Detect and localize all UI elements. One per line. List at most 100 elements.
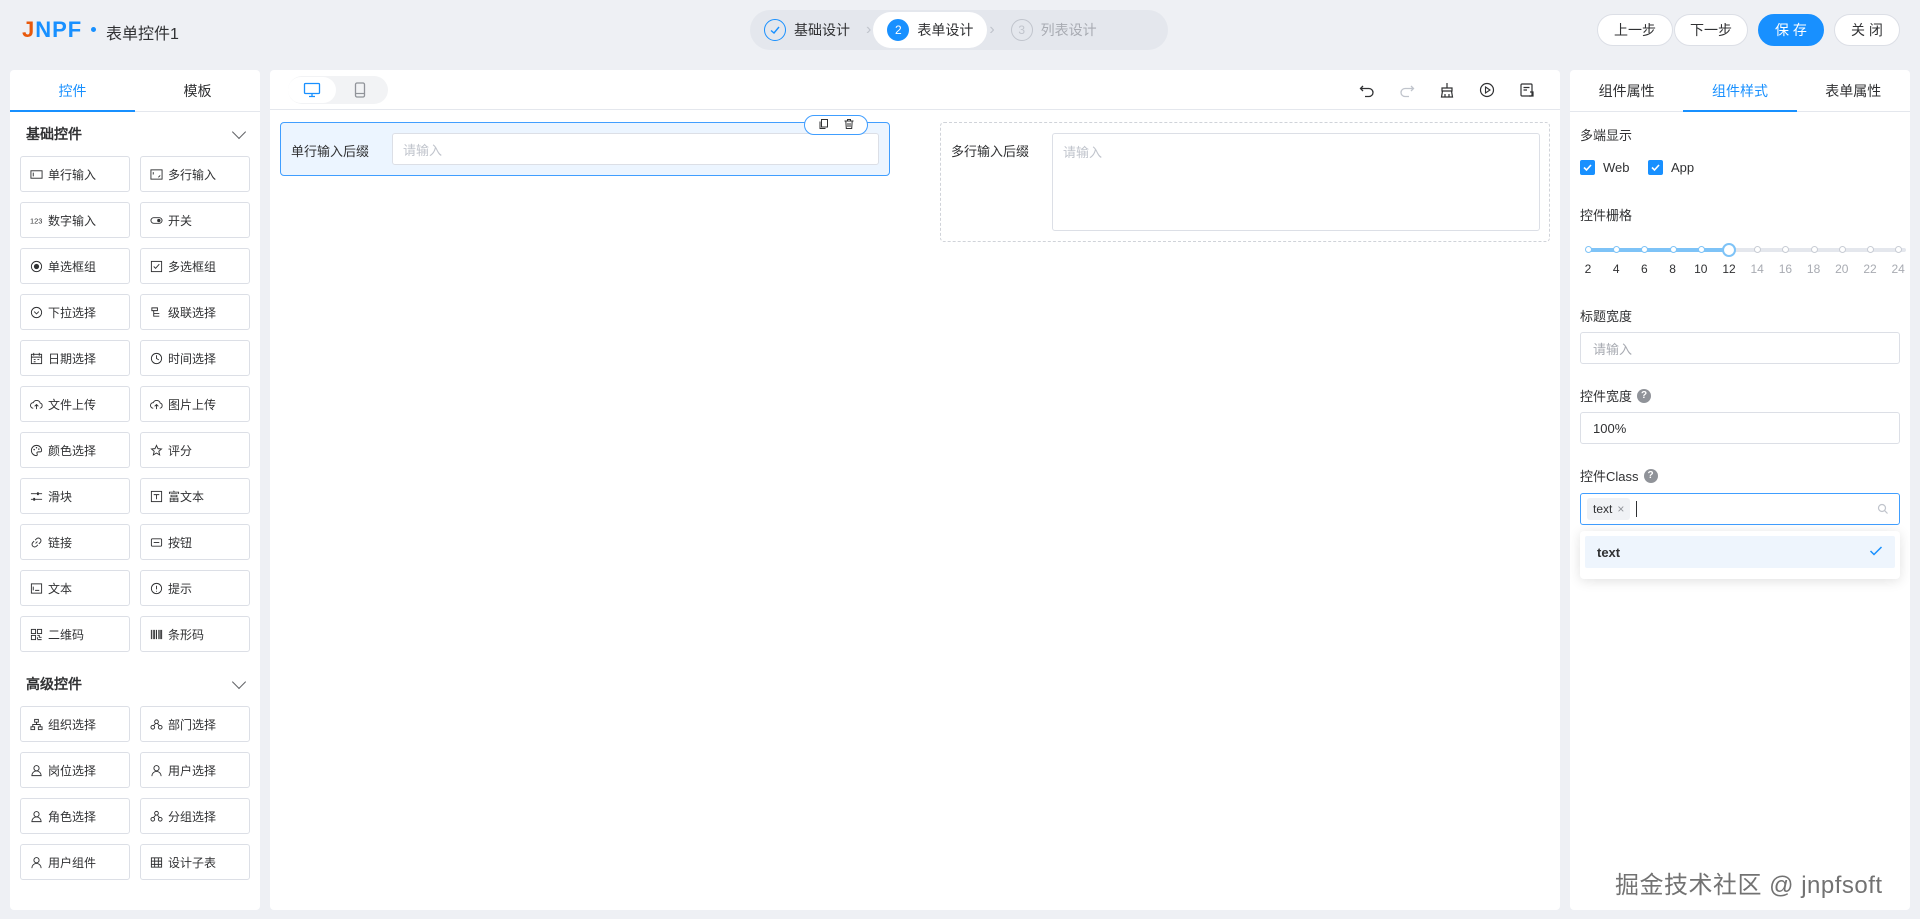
tab-form-props[interactable]: 表单属性 (1797, 70, 1910, 111)
advanced-group-header[interactable]: 高级控件 (10, 662, 260, 706)
control-item-switch[interactable]: 开关 (140, 202, 250, 238)
single-input[interactable]: 请输入 (392, 133, 879, 165)
select-icon (29, 305, 43, 319)
control-width-input[interactable]: 100% (1580, 412, 1900, 444)
control-item-slider[interactable]: 滑块 (20, 478, 130, 514)
control-item-checkbox[interactable]: 多选框组 (140, 248, 250, 284)
delete-icon[interactable] (843, 117, 855, 133)
slider-icon (29, 489, 43, 503)
control-item-label: 滑块 (48, 489, 73, 504)
title-width-input[interactable]: 请输入 (1580, 332, 1900, 364)
role-icon (29, 809, 43, 823)
slider-stop[interactable] (1697, 246, 1705, 253)
chevron-right-icon: › (866, 21, 872, 38)
basic-group-header[interactable]: 基础控件 (10, 112, 260, 156)
control-item-input[interactable]: 单行输入 (20, 156, 130, 192)
control-item-star[interactable]: 评分 (140, 432, 250, 468)
redo-icon[interactable] (1398, 81, 1416, 99)
control-item-select[interactable]: 下拉选择 (20, 294, 130, 330)
slider-stop[interactable] (1754, 246, 1762, 253)
control-item-number[interactable]: 123 数字输入 (20, 202, 130, 238)
code-icon[interactable] (1518, 81, 1536, 99)
control-item-table[interactable]: 设计子表 (140, 844, 250, 880)
control-item-alert[interactable]: 提示 (140, 570, 250, 606)
step-form-design[interactable]: 2 表单设计 (873, 12, 988, 48)
grid-slider[interactable] (1585, 243, 1906, 257)
steps: 基础设计 › 2 表单设计 › 3 列表设计 (750, 10, 1168, 50)
tab-component-props[interactable]: 组件属性 (1570, 70, 1683, 111)
step-label: 列表设计 (1040, 22, 1097, 38)
undo-icon[interactable] (1358, 81, 1376, 99)
grid-label: 控件栅格 (1580, 208, 1633, 223)
control-item-cascader[interactable]: 级联选择 (140, 294, 250, 330)
control-item-label: 单选框组 (48, 259, 97, 274)
control-item-upload[interactable]: 文件上传 (20, 386, 130, 422)
help-icon[interactable]: ? (1643, 468, 1658, 483)
form-item-multi-input[interactable]: 多行输入后缀 请输入 (940, 122, 1550, 242)
control-item-group[interactable]: 分组选择 (140, 798, 250, 834)
control-item-image-upload[interactable]: 图片上传 (140, 386, 250, 422)
slider-stop[interactable] (1867, 246, 1874, 253)
control-item-role[interactable]: 角色选择 (20, 798, 130, 834)
tab-component-style[interactable]: 组件样式 (1683, 70, 1797, 112)
preview-icon[interactable] (1478, 81, 1496, 99)
dropdown-option[interactable]: text (1585, 536, 1895, 568)
control-item-label: 富文本 (168, 489, 205, 504)
control-class-select[interactable]: text × (1580, 493, 1900, 525)
control-item-label: 多行输入 (168, 167, 217, 182)
slider-tick-label: 10 (1694, 262, 1708, 276)
prev-step-button[interactable]: 上一步 (1597, 14, 1673, 46)
control-item-text[interactable]: 文本 (20, 570, 130, 606)
slider-stop[interactable] (1782, 246, 1790, 253)
desktop-icon[interactable] (288, 77, 336, 103)
multi-input[interactable]: 请输入 (1052, 133, 1540, 231)
help-icon[interactable]: ? (1637, 388, 1652, 403)
slider-stop[interactable] (1669, 246, 1677, 253)
clear-icon[interactable] (1438, 81, 1456, 99)
clock-icon (149, 351, 163, 365)
slider-thumb[interactable] (1722, 243, 1736, 257)
next-step-button[interactable]: 下一步 (1674, 14, 1748, 46)
control-item-clock[interactable]: 时间选择 (140, 340, 250, 376)
slider-tick-label: 24 (1891, 262, 1905, 276)
control-item-calendar[interactable]: 日期选择 (20, 340, 130, 376)
form-item-single-input[interactable]: 单行输入后缀 请输入 (280, 115, 890, 176)
slider-stop[interactable] (1895, 246, 1903, 253)
control-item-label: 文本 (48, 581, 73, 596)
control-item-richtext[interactable]: 富文本 (140, 478, 250, 514)
chevron-down-icon (231, 124, 247, 140)
control-item-link[interactable]: 链接 (20, 524, 130, 560)
copy-icon[interactable] (818, 117, 830, 133)
web-checkbox[interactable]: Web (1580, 160, 1630, 175)
close-icon[interactable]: × (1617, 502, 1624, 516)
tab-controls[interactable]: 控件 (10, 70, 135, 112)
control-item-button[interactable]: 按钮 (140, 524, 250, 560)
app-checkbox[interactable]: App (1648, 160, 1694, 175)
control-item-radio[interactable]: 单选框组 (20, 248, 130, 284)
control-item-org[interactable]: 组织选择 (20, 706, 130, 742)
slider-stop[interactable] (1810, 246, 1818, 253)
table-icon (149, 855, 163, 869)
qrcode-icon (29, 627, 43, 641)
close-button[interactable]: 关 闭 (1834, 14, 1900, 46)
mobile-icon[interactable] (336, 77, 384, 103)
control-item-qrcode[interactable]: 二维码 (20, 616, 130, 652)
control-item-label: 提示 (168, 581, 193, 596)
link-icon (29, 535, 43, 549)
control-item-user-component[interactable]: 用户组件 (20, 844, 130, 880)
step-list-design[interactable]: 3 列表设计 (997, 12, 1111, 48)
svg-text:123: 123 (30, 216, 42, 225)
control-item-palette[interactable]: 颜色选择 (20, 432, 130, 468)
control-item-dept[interactable]: 部门选择 (140, 706, 250, 742)
tab-templates[interactable]: 模板 (135, 70, 260, 111)
right-tabs: 组件属性 组件样式 表单属性 (1570, 70, 1910, 112)
slider-stop[interactable] (1838, 246, 1846, 253)
control-item-barcode[interactable]: 条形码 (140, 616, 250, 652)
step-basic-design[interactable]: 基础设计 (750, 12, 864, 48)
slider-stop[interactable] (1585, 246, 1592, 253)
save-button[interactable]: 保 存 (1758, 14, 1824, 46)
control-item-textarea[interactable]: 多行输入 (140, 156, 250, 192)
control-item-user[interactable]: 用户选择 (140, 752, 250, 788)
checkbox-label: App (1671, 160, 1695, 175)
control-item-position[interactable]: 岗位选择 (20, 752, 130, 788)
